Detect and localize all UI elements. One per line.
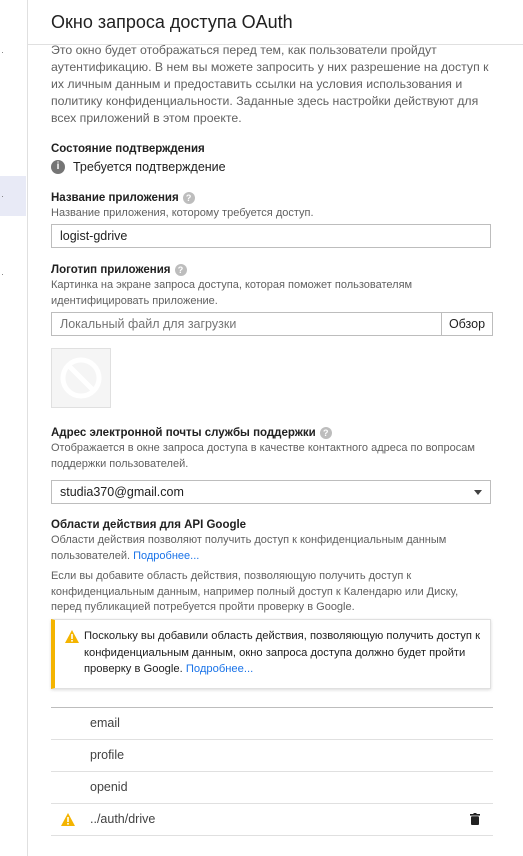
page-title: Окно запроса доступа OAuth xyxy=(51,12,293,32)
app-name-label-text: Название приложения xyxy=(51,192,179,205)
list-item: openid xyxy=(51,771,493,803)
scope-name: email xyxy=(90,716,120,730)
help-icon[interactable]: ? xyxy=(182,192,195,204)
help-icon[interactable]: ? xyxy=(319,427,332,439)
warning-text: Поскольку вы добавили область действия, … xyxy=(84,630,480,675)
support-email-label: Адрес электронной почты службы поддержки… xyxy=(51,427,332,439)
warning-message: Поскольку вы добавили область действия, … xyxy=(84,628,484,678)
sidebar-item-marker: · xyxy=(1,47,4,57)
page-header: Окно запроса доступа OAuth xyxy=(28,0,523,45)
support-email-description: Отображается в окне запроса доступа в ка… xyxy=(51,442,475,470)
app-name-description: Название приложения, которому требуется … xyxy=(51,207,314,219)
support-email-label-text: Адрес электронной почты службы поддержки xyxy=(51,427,316,440)
scope-name: openid xyxy=(90,780,128,794)
verification-status: i Требуется подтверждение xyxy=(51,160,226,174)
sidebar-item-marker: · xyxy=(1,191,4,201)
delete-icon[interactable] xyxy=(470,813,480,825)
logo-file-input[interactable]: Локальный файл для загрузки xyxy=(51,312,442,336)
app-logo-label: Логотип приложения? xyxy=(51,264,187,276)
support-email-select[interactable]: studia370@gmail.com xyxy=(51,480,491,504)
list-item: email xyxy=(51,707,493,739)
browse-button[interactable]: Обзор xyxy=(442,312,493,336)
sidebar: · · · xyxy=(0,0,28,856)
sidebar-item-marker: · xyxy=(1,269,4,279)
help-icon[interactable]: ? xyxy=(174,264,187,276)
oauth-consent-page: · · · Окно запроса доступа OAuth Это окн… xyxy=(0,0,523,856)
logo-preview xyxy=(51,348,111,408)
scopes-note: Если вы добавите область действия, позво… xyxy=(51,570,459,613)
sensitive-scope-warning: Поскольку вы добавили область действия, … xyxy=(51,619,491,689)
app-name-input[interactable]: logist-gdrive xyxy=(51,224,491,248)
scopes-label: Области действия для API Google xyxy=(51,519,247,531)
support-email-value: studia370@gmail.com xyxy=(60,485,184,499)
scopes-more-link[interactable]: Подробнее... xyxy=(133,550,199,562)
scopes-list: email profile openid ../auth/drive xyxy=(51,707,493,836)
warning-icon xyxy=(65,630,79,643)
scopes-description-text: Области действия позволяют получить дост… xyxy=(51,534,447,562)
info-icon: i xyxy=(51,160,65,174)
app-logo-label-text: Логотип приложения xyxy=(51,264,171,277)
app-logo-description: Картинка на экране запроса доступа, кото… xyxy=(51,279,413,307)
list-item: ../auth/drive xyxy=(51,803,493,836)
list-item: profile xyxy=(51,739,493,771)
chevron-down-icon xyxy=(474,490,482,495)
intro-text: Это окно будет отображаться перед тем, к… xyxy=(51,43,489,125)
scope-name: ../auth/drive xyxy=(90,812,156,826)
app-name-label: Название приложения? xyxy=(51,192,195,204)
scopes-description: Области действия позволяют получить дост… xyxy=(51,533,471,564)
scope-name: profile xyxy=(90,748,125,762)
no-image-icon xyxy=(60,357,102,399)
warning-more-link[interactable]: Подробнее... xyxy=(186,663,253,675)
sidebar-item-active[interactable]: · xyxy=(0,176,26,216)
verification-label: Состояние подтверждения xyxy=(51,143,205,155)
verification-status-text: Требуется подтверждение xyxy=(73,160,226,174)
warning-icon xyxy=(61,813,75,826)
